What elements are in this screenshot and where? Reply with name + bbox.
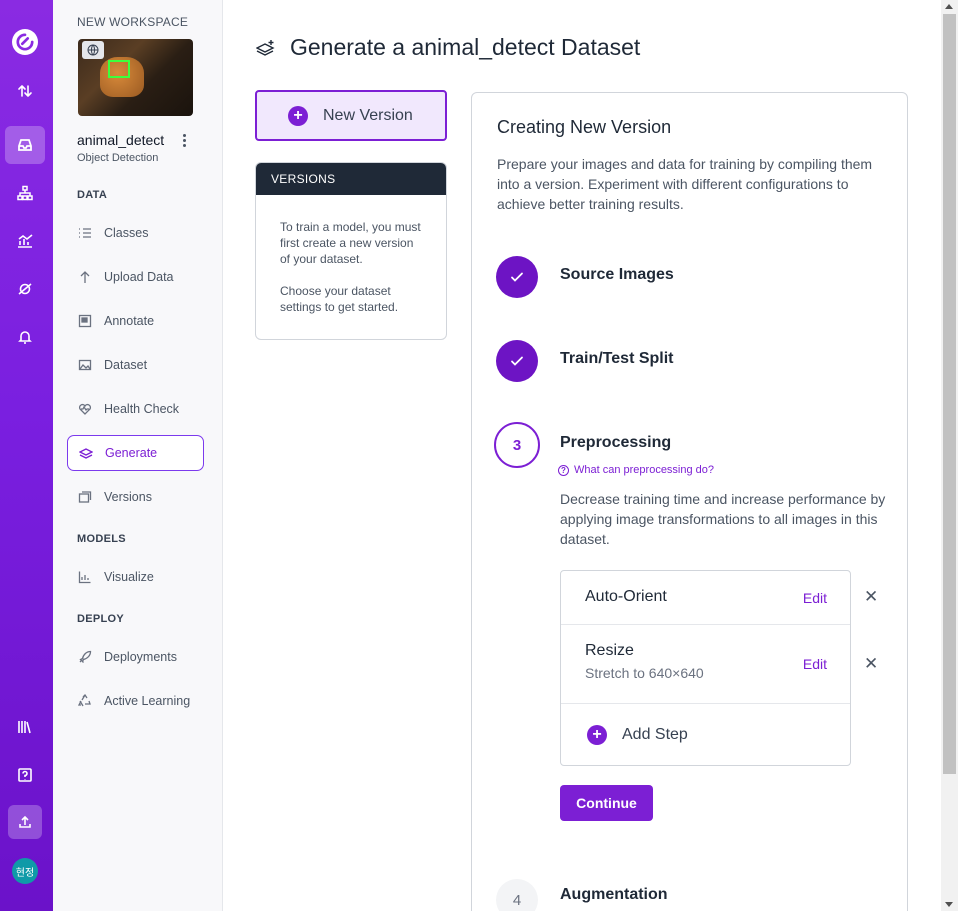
step-label-augmentation[interactable]: Augmentation [560,886,668,904]
preprocessing-steps-list: Auto-Orient Edit Resize Stretch to 640×6… [560,570,851,766]
section-deploy: DEPLOY [77,613,125,625]
sidebar-item-label: Annotate [104,314,155,328]
plus-icon: + [587,725,607,745]
image-icon [77,357,93,373]
scroll-thumb[interactable] [943,14,956,774]
step-label-preprocessing: Preprocessing [560,434,672,451]
sidebar-item-visualize[interactable]: Visualize [67,559,204,595]
versions-text-1: To train a model, you must first create … [280,220,421,266]
sidebar-item-annotate[interactable]: Annotate [67,303,204,339]
panel-title: Creating New Version [497,117,672,137]
section-models: MODELS [77,533,126,545]
help-icon[interactable] [9,759,41,791]
sidebar-item-upload-data[interactable]: Upload Data [67,259,204,295]
add-step-button[interactable]: + Add Step [587,725,688,745]
remove-auto-orient-icon[interactable]: ✕ [864,587,878,607]
step-name-resize: Resize [585,642,634,659]
upload-arrow-icon [77,269,93,285]
sidebar-item-versions[interactable]: Versions [67,479,204,515]
chart-icon [77,569,93,585]
section-data: DATA [77,189,108,201]
annotate-icon [77,313,93,329]
sidebar-item-label: Generate [105,446,158,460]
step-4-number: 4 [496,879,538,911]
step-label-train-test-split[interactable]: Train/Test Split [560,350,674,368]
sidebar-item-label: Versions [104,490,152,504]
page-scrollbar[interactable] [941,0,958,911]
recycle-icon [77,693,93,709]
step-2-complete-icon [496,340,538,382]
list-item: Auto-Orient Edit [561,571,850,625]
versions-heading: VERSIONS [256,163,446,195]
add-step-label: Add Step [622,726,688,743]
sidebar-item-deployments[interactable]: Deployments [67,639,204,675]
sidebar-item-classes[interactable]: Classes [67,215,204,251]
project-sidebar: NEW WORKSPACE animal_detect Object Detec… [53,0,223,911]
step-detail-resize: Stretch to 640×640 [585,665,704,681]
user-avatar[interactable]: 현정 [12,858,38,884]
sidebar-item-label: Classes [104,226,149,240]
hierarchy-icon[interactable] [9,177,41,209]
sidebar-item-label: Deployments [104,650,177,664]
layers-icon [78,445,94,461]
sidebar-item-label: Visualize [104,570,154,584]
roboflow-logo[interactable] [12,29,38,55]
app-rail: 현정 [0,0,53,911]
transfer-arrows-icon[interactable] [9,75,41,107]
edit-resize-button[interactable]: Edit [803,656,827,672]
sidebar-item-label: Upload Data [104,270,174,284]
sidebar-item-label: Health Check [104,402,180,416]
remove-resize-icon[interactable]: ✕ [864,654,878,674]
versions-empty-message: To train a model, you must first create … [256,195,446,315]
workspace-label: NEW WORKSPACE [77,15,189,29]
versions-card: VERSIONS To train a model, you must firs… [255,162,447,340]
library-icon[interactable] [9,711,41,743]
plus-icon: + [288,105,308,126]
sidebar-item-label: Active Learning [104,694,191,708]
globe-icon [82,41,104,59]
step-label-source-images[interactable]: Source Images [560,266,674,284]
heart-pulse-icon [77,401,93,417]
help-link-text: What can preprocessing do? [574,464,715,476]
create-version-panel: Creating New Version Prepare your images… [471,92,908,911]
inbox-icon[interactable] [5,126,45,164]
planet-icon[interactable] [9,273,41,305]
preprocessing-description: Decrease training time and increase perf… [560,491,886,547]
upgrade-icon[interactable] [8,805,42,839]
scroll-up-icon[interactable] [945,4,953,9]
dataset-name: animal_detect [77,132,165,148]
sidebar-item-active-learning[interactable]: Active Learning [67,683,204,719]
generate-layers-icon [256,39,275,56]
sidebar-item-label: Dataset [104,358,148,372]
more-options-icon[interactable] [177,132,191,148]
edit-auto-orient-button[interactable]: Edit [803,590,827,606]
versions-icon [77,489,93,505]
dataset-type: Object Detection [77,152,159,164]
add-step-row[interactable]: + Add Step [561,704,850,765]
sidebar-item-dataset[interactable]: Dataset [67,347,204,383]
list-item: Resize Stretch to 640×640 Edit [561,625,850,704]
dataset-thumbnail[interactable] [78,39,193,116]
rocket-icon [77,649,93,665]
step-1-complete-icon [496,256,538,298]
page-title: Generate a animal_detect Dataset [290,34,641,60]
preprocessing-help-link[interactable]: ? What can preprocessing do? [558,464,714,476]
scroll-down-icon[interactable] [945,902,953,907]
bounding-box [108,60,130,78]
bell-icon[interactable] [9,321,41,353]
panel-description: Prepare your images and data for trainin… [497,156,873,212]
question-icon: ? [558,464,569,476]
new-version-label: New Version [323,106,413,124]
step-3-number: 3 [494,422,540,468]
step-name-auto-orient: Auto-Orient [585,588,667,605]
list-icon [77,225,93,241]
continue-button[interactable]: Continue [560,785,653,821]
versions-text-2: Choose your dataset settings to get star… [280,284,399,314]
sidebar-item-health-check[interactable]: Health Check [67,391,204,427]
analytics-icon[interactable] [9,225,41,257]
sidebar-item-generate[interactable]: Generate [67,435,204,471]
new-version-button[interactable]: + New Version [255,90,447,141]
page-header: Generate a animal_detect Dataset [256,34,640,61]
